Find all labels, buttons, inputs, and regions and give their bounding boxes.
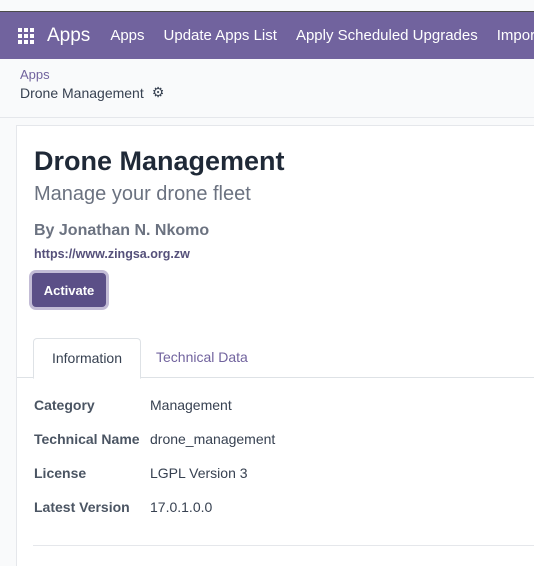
field-value: Management [150, 397, 232, 413]
navbar: Apps Apps Update Apps List Apply Schedul… [0, 12, 534, 59]
app-subtitle: Manage your drone fleet [34, 183, 251, 205]
field-label: Latest Version [34, 499, 130, 515]
tab-technical-data[interactable]: Technical Data [156, 338, 248, 376]
tab-bar: Information Technical Data [17, 338, 534, 379]
apps-grid-icon[interactable] [18, 27, 34, 44]
field-row-latest-version: Latest Version 17.0.1.0.0 [34, 499, 275, 533]
menu-item-update-apps-list[interactable]: Update Apps List [164, 27, 277, 44]
field-label: Technical Name [34, 431, 140, 447]
breadcrumb-apps-link[interactable]: Apps [20, 67, 164, 82]
menu-item-import-module[interactable]: Import Mo [497, 27, 534, 44]
activate-button[interactable]: Activate [32, 273, 106, 307]
gear-icon[interactable]: ⚙ [152, 84, 165, 101]
app-title: Drone Management [34, 146, 285, 176]
navbar-brand[interactable]: Apps [47, 25, 90, 47]
field-row-technical-name: Technical Name drone_management [34, 431, 275, 465]
tab-information[interactable]: Information [33, 338, 141, 379]
menu-item-apply-scheduled-upgrades[interactable]: Apply Scheduled Upgrades [296, 27, 478, 44]
field-value: 17.0.1.0.0 [150, 499, 213, 515]
info-fields: Category Management Technical Name drone… [34, 397, 275, 533]
field-row-license: License LGPL Version 3 [34, 465, 275, 499]
field-label: Category [34, 397, 95, 413]
field-value: LGPL Version 3 [150, 465, 248, 481]
field-row-category: Category Management [34, 397, 275, 431]
field-value: drone_management [150, 431, 276, 447]
app-author: By Jonathan N. Nkomo [34, 222, 210, 239]
breadcrumb: Apps Drone Management ⚙ [20, 67, 164, 101]
menu-item-apps[interactable]: Apps [110, 27, 144, 44]
section-divider [33, 545, 534, 546]
breadcrumb-current-label: Drone Management [20, 84, 144, 101]
app-website-link[interactable]: https://www.zingsa.org.zw [34, 247, 190, 261]
field-label: License [34, 465, 87, 481]
app-form-sheet: Drone Management Manage your drone fleet… [16, 125, 534, 566]
header-divider [0, 117, 534, 118]
breadcrumb-current: Drone Management ⚙ [20, 84, 164, 101]
